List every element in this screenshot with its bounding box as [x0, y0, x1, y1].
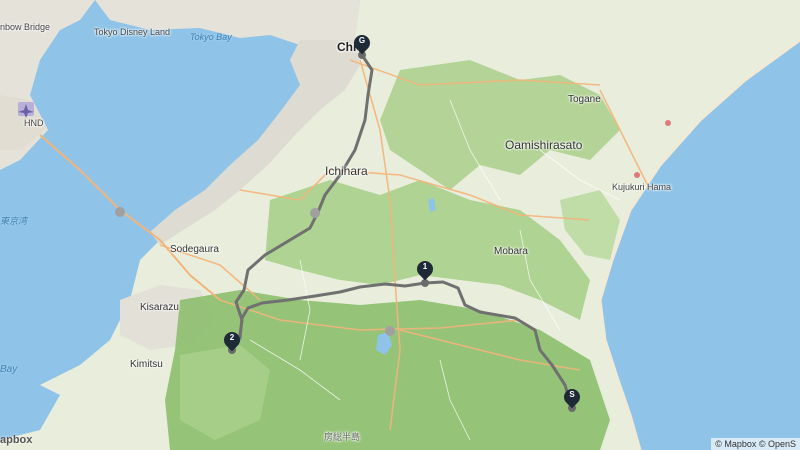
- label-togane: Togane: [568, 94, 601, 105]
- label-oamishirasato: Oamishirasato: [505, 138, 583, 152]
- start-marker-label: S: [569, 390, 575, 399]
- label-kimitsu: Kimitsu: [130, 359, 163, 370]
- label-ichihara: Ichihara: [325, 164, 368, 178]
- label-tokyo-bay: Tokyo Bay: [190, 32, 232, 42]
- label-bay-left: Bay: [0, 364, 18, 375]
- start-marker[interactable]: S: [560, 385, 584, 411]
- label-kisarazu: Kisarazu: [140, 302, 179, 313]
- label-boso-hanto: 房総半島: [324, 432, 361, 442]
- label-tokyo-wan: 東京湾: [0, 216, 28, 226]
- label-tokyo-disneyland: Tokyo Disney Land: [94, 27, 171, 37]
- label-rainbow-bridge: nbow Bridge: [0, 22, 51, 32]
- waypoint-2-marker[interactable]: 2: [220, 328, 244, 354]
- goal-marker[interactable]: G: [350, 31, 374, 57]
- waypoint-1-marker[interactable]: 1: [413, 257, 437, 283]
- label-mobara: Mobara: [494, 246, 528, 257]
- map-attribution[interactable]: © Mapbox © OpenS: [711, 438, 800, 450]
- airport-icon: [18, 102, 34, 118]
- goal-marker-label: G: [358, 36, 366, 45]
- label-hnd: HND: [24, 118, 44, 128]
- label-kujukuri-hama: Kujukuri Hama: [612, 182, 672, 192]
- label-sodegaura: Sodegaura: [170, 244, 219, 255]
- waypoint-2-marker-label: 2: [229, 333, 235, 342]
- map-canvas[interactable]: [0, 0, 800, 450]
- mapbox-logo[interactable]: apbox: [0, 434, 32, 446]
- waypoint-1-marker-label: 1: [422, 262, 428, 271]
